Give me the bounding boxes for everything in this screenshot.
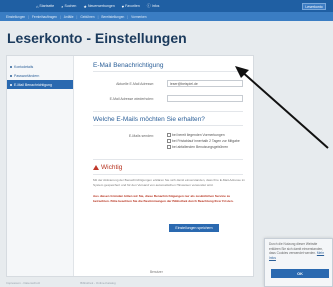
footer-left[interactable]: Impressum - Datenschutz (6, 281, 40, 285)
cookie-text: Durch die Nutzung dieser Website erkläre… (269, 242, 328, 260)
divider (93, 174, 243, 175)
account-button[interactable]: Leserkonto (302, 3, 326, 10)
settings-card: Kontodetails Passwortändern E-Mail Benac… (6, 55, 254, 277)
nav-item-search[interactable]: ⌕ Suchen (61, 4, 76, 9)
save-settings-button[interactable]: Einstellungen speichern (169, 224, 219, 232)
checkbox[interactable] (167, 139, 171, 143)
subnav-item-pickups[interactable]: Bereitstellungen (101, 15, 124, 19)
footer-center[interactable]: Bibliothek - Online-Katalog (80, 281, 116, 285)
nav-item-label: Favoriten (125, 4, 140, 8)
divider (93, 125, 243, 126)
send-emails-label: E-Mails senden: (128, 134, 154, 138)
email-section-title: E-Mail Benachrichtigung (93, 62, 164, 69)
star-icon: ★ (83, 3, 87, 9)
warning-title: Wichtig (93, 164, 122, 171)
subnav-separator: | (76, 14, 78, 19)
warning-icon (93, 165, 99, 170)
card-footer-text: Benutzer (150, 270, 163, 274)
sidebar-item-label: Passwortändern (14, 73, 40, 78)
sidebar-item-change-password[interactable]: Passwortändern (7, 71, 73, 80)
home-icon: ⌂ (36, 3, 39, 9)
subnav-item-settings[interactable]: Einstellungen (6, 15, 25, 19)
sidebar-item-email-notification[interactable]: E-Mail Benachrichtigung (7, 80, 73, 89)
page-title: Leserkonto - Einstellungen (7, 30, 187, 46)
checkbox-label: bei bereit liegenden Vormerkungen (172, 133, 225, 137)
nav-item-label: Infos (151, 4, 160, 8)
checkbox[interactable] (167, 133, 171, 137)
divider (93, 111, 243, 112)
subnav-item-reservations[interactable]: Vormerken (131, 15, 146, 19)
search-icon: ⌕ (61, 3, 64, 9)
warning-title-text: Wichtig (101, 164, 123, 171)
nav-item-info[interactable]: ⓘ Infos (147, 3, 160, 9)
subnav-item-ill[interactable]: Fernleihauftragen (32, 15, 57, 19)
nav-item-new-items[interactable]: ★ Neuerwerbungen (83, 4, 114, 9)
bullet-icon (10, 83, 12, 86)
nav-item-label: Suchen (64, 4, 77, 8)
settings-sidebar: Kontodetails Passwortändern E-Mail Benac… (7, 56, 74, 276)
divider (93, 71, 243, 72)
notify-option-reservations[interactable]: bei bereit liegenden Vormerkungen (167, 133, 225, 137)
checkbox[interactable] (167, 145, 171, 149)
heart-icon: ♥ (121, 3, 125, 9)
notify-section-title: Welche E-Mails möchten Sie erhalten? (93, 116, 205, 123)
cookie-banner: Durch die Nutzung dieser Website erkläre… (264, 238, 333, 287)
subnav-separator: | (127, 14, 129, 19)
notify-option-due-date[interactable]: bei Fristablauf innerhalb 2 Tagen zur Mi… (167, 139, 240, 143)
bullet-icon (10, 65, 12, 68)
sidebar-item-label: E-Mail Benachrichtigung (14, 82, 52, 87)
cookie-message: Durch die Nutzung dieser Website erkläre… (269, 242, 324, 256)
subnav-item-fees[interactable]: Gebühren (80, 15, 94, 19)
sidebar-item-label: Kontodetails (14, 64, 34, 69)
top-navigation: ⌂ Startseite ⌕ Suchen ★ Neuerwerbungen ♥… (0, 0, 333, 12)
warning-paragraph-important: Aus diesen Gründen bitten wir Sie, diese… (93, 194, 234, 203)
account-subnav: Einstellungen | Fernleihauftragen | Anfä… (0, 12, 333, 21)
subnav-separator: | (28, 14, 29, 19)
current-email-label: Aktuelle E-Mail Adresse: (116, 82, 154, 86)
cookie-ok-button[interactable]: OK (271, 269, 329, 278)
repeat-email-label: E-Mail Adresse wiederholen: (109, 97, 154, 101)
subnav-separator: | (59, 14, 61, 19)
sidebar-item-account-details[interactable]: Kontodetails (7, 62, 73, 71)
nav-item-home[interactable]: ⌂ Startseite (36, 4, 54, 9)
divider (93, 159, 243, 160)
notify-option-fees[interactable]: bei abfallenden Benutzungsgebühren (167, 145, 228, 149)
checkbox-label: bei abfallenden Benutzungsgebühren (172, 145, 229, 149)
nav-item-favorites[interactable]: ♥ Favoriten (122, 4, 140, 9)
nav-item-label: Neuerwerbungen (87, 4, 115, 8)
warning-paragraph: Mit der Aktivierung der Benachrichtigung… (93, 178, 246, 187)
annotation-arrow-icon (235, 66, 329, 149)
settings-main: E-Mail Benachrichtigung Aktuelle E-Mail … (81, 56, 251, 276)
bullet-icon (10, 74, 12, 77)
subnav-item-loans[interactable]: Anfälle (64, 15, 74, 19)
info-icon: ⓘ (146, 3, 151, 8)
nav-item-label: Startseite (39, 4, 55, 8)
subnav-separator: | (97, 14, 99, 19)
